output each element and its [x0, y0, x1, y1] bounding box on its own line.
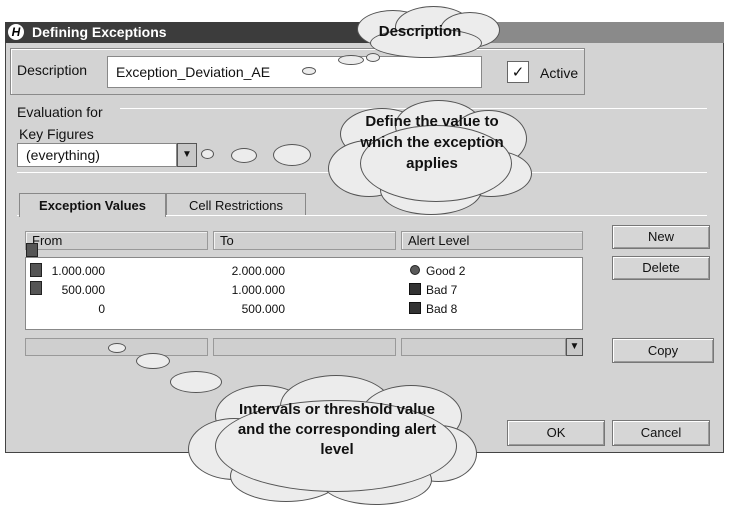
- tab-cell-restrictions[interactable]: Cell Restrictions: [166, 193, 306, 215]
- define-value-callout-text: Define the value to which the exception …: [360, 113, 504, 172]
- key-figures-select[interactable]: (everything): [17, 143, 177, 167]
- new-button[interactable]: New: [612, 225, 710, 249]
- table-row[interactable]: 1.000.000 2.000.000 Good 2: [25, 262, 583, 280]
- cell-to: 500.000: [241, 302, 285, 316]
- cell-alert-level: Bad 7: [426, 283, 458, 297]
- active-checkbox[interactable]: ✓: [507, 61, 529, 83]
- cell-from: 0: [98, 302, 105, 316]
- cell-to: 2.000.000: [231, 264, 285, 278]
- table-row[interactable]: 0 500.000 Bad 8: [25, 300, 583, 318]
- key-figures-label: Key Figures: [19, 126, 94, 142]
- circle-icon: [410, 265, 420, 275]
- app-logo-icon: H: [8, 24, 24, 40]
- column-header-to[interactable]: To: [213, 231, 396, 250]
- title-bar-right-area: [465, 22, 724, 43]
- description-label: Description: [17, 62, 88, 78]
- intervals-callout-text: Intervals or threshold value and the cor…: [237, 401, 437, 458]
- cell-alert-level: Bad 8: [426, 302, 458, 316]
- cancel-button[interactable]: Cancel: [612, 420, 710, 446]
- description-callout-text: Description: [378, 23, 462, 40]
- square-icon: [409, 302, 421, 314]
- ok-button[interactable]: OK: [507, 420, 605, 446]
- chevron-down-icon[interactable]: ▼: [566, 338, 583, 356]
- copy-button[interactable]: Copy: [612, 338, 714, 363]
- window-title: Defining Exceptions: [32, 24, 167, 40]
- cell-alert-level: Good 2: [426, 264, 466, 278]
- to-edit-cell[interactable]: [213, 338, 396, 356]
- column-header-alert-level[interactable]: Alert Level: [401, 231, 583, 250]
- cell-to: 1.000.000: [231, 283, 285, 297]
- tab-exception-values[interactable]: Exception Values: [19, 193, 166, 217]
- alert-level-edit-select[interactable]: [401, 338, 566, 356]
- square-icon: [409, 283, 421, 295]
- cell-from: 1.000.000: [51, 264, 105, 278]
- chevron-down-icon[interactable]: ▼: [177, 143, 197, 167]
- column-header-from[interactable]: From: [25, 231, 208, 250]
- table-row-icon: [30, 281, 42, 295]
- table-row-icon: [26, 243, 38, 257]
- evaluation-for-label: Evaluation for: [17, 104, 103, 120]
- delete-button[interactable]: Delete: [612, 256, 710, 280]
- table-row[interactable]: 500.000 1.000.000 Bad 7: [25, 281, 583, 299]
- active-label: Active: [540, 65, 579, 81]
- table-row-icon: [30, 263, 42, 277]
- cell-from: 500.000: [61, 283, 105, 297]
- description-input[interactable]: Exception_Deviation_AE: [107, 56, 482, 88]
